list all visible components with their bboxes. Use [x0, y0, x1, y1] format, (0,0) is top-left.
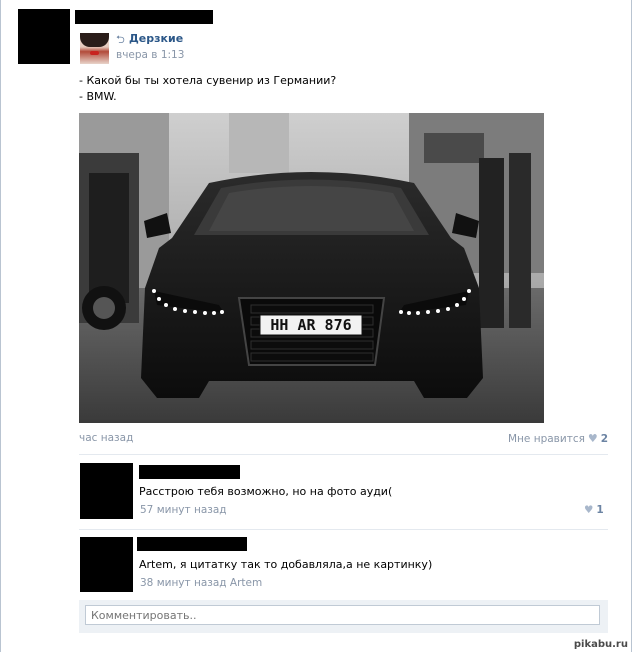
reply-to-link[interactable]: Artem [230, 577, 262, 589]
post-text-line: - BMW. [79, 90, 117, 103]
comment-avatar-redacted[interactable] [80, 463, 133, 519]
divider [79, 454, 608, 455]
author-avatar-redacted[interactable] [18, 9, 70, 64]
frame-left-border [0, 0, 1, 652]
comment-form [79, 600, 608, 633]
author-name-redacted[interactable] [75, 10, 213, 24]
repost-icon: ⮌ [116, 33, 125, 46]
comment-avatar-redacted[interactable] [80, 537, 133, 592]
comment-time[interactable]: 57 минут назад [140, 504, 227, 516]
comment-like-button[interactable]: ♥ 1 [584, 504, 604, 516]
license-plate: HH AR 876 [270, 316, 352, 334]
divider [79, 529, 608, 530]
comment-author-redacted[interactable] [139, 465, 240, 479]
post-time-ago[interactable]: час назад [79, 432, 133, 444]
post-date[interactable]: вчера в 1:13 [116, 49, 184, 61]
post-like-button[interactable]: Мне нравится ♥ 2 [508, 432, 608, 445]
post-text: - Какой бы ты хотела сувенир из Германии… [79, 73, 336, 105]
comment-time: 38 минут назад Artem [140, 577, 262, 589]
comment-author-redacted[interactable] [137, 537, 247, 551]
car-photo-illustration [79, 113, 544, 423]
comment-time-text[interactable]: 38 минут назад [140, 577, 227, 589]
post-text-line: - Какой бы ты хотела сувенир из Германии… [79, 74, 337, 87]
group-avatar-hair [80, 33, 109, 47]
group-name-link[interactable]: Дерзкие [129, 32, 183, 45]
group-avatar-lips [90, 51, 99, 55]
comment-text: Расстрою тебя возможно, но на фото ауди( [139, 485, 393, 498]
comment-input[interactable] [85, 605, 600, 625]
watermark: pikabu.ru [573, 639, 628, 650]
comment-like-count: 1 [596, 504, 604, 516]
post-photo[interactable]: HH AR 876 [79, 113, 544, 423]
group-avatar[interactable] [80, 33, 109, 64]
like-count: 2 [600, 433, 609, 445]
comment-text: Artem, я цитатку так то добавляла,а не к… [139, 558, 433, 571]
like-label: Мне нравится [508, 433, 585, 445]
heart-icon: ♥ [587, 432, 598, 445]
heart-icon: ♥ [584, 504, 594, 516]
